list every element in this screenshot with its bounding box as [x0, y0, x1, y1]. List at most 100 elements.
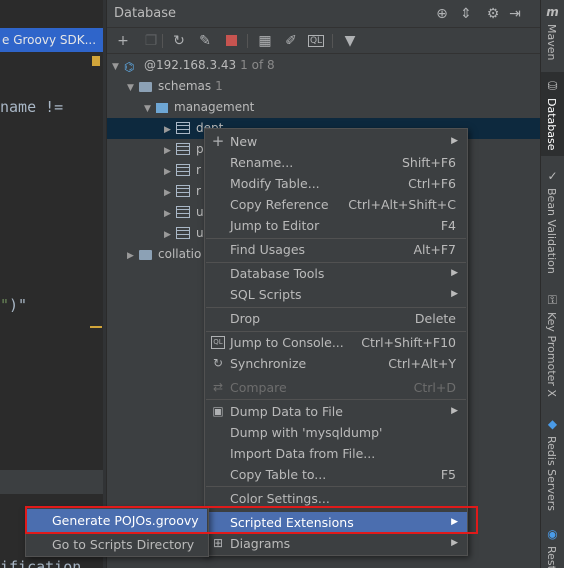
menu-item-label: Jump to Editor — [230, 218, 320, 233]
refresh-icon: ↻ — [212, 356, 224, 370]
menu-item-synchronize[interactable]: ↻ Synchronize Ctrl+Alt+Y — [205, 353, 467, 374]
compare-icon: ⇄ — [212, 380, 224, 394]
menu-item-copy-reference[interactable]: Copy Reference Ctrl+Alt+Shift+C — [205, 194, 467, 215]
expand-arrow[interactable]: ▶ — [164, 204, 176, 225]
menu-item-modify-table[interactable]: Modify Table... Ctrl+F6 — [205, 173, 467, 194]
filter-icon[interactable]: ▼ — [342, 33, 358, 49]
stop-icon[interactable] — [226, 35, 237, 46]
menu-item-label: Copy Table to... — [230, 467, 327, 482]
menu-item-mysqldump[interactable]: Dump with 'mysqldump' — [205, 422, 467, 443]
menu-item-shortcut: Ctrl+D — [413, 380, 456, 395]
expand-arrow[interactable]: ▶ — [164, 183, 176, 204]
tree-table[interactable]: ▶ r — [164, 160, 201, 181]
menu-item-new[interactable]: + New ▶ — [205, 131, 467, 152]
bean-validation-tool-button[interactable]: ✓ Bean Validation — [541, 166, 564, 276]
submenu-arrow-icon: ▶ — [451, 268, 458, 278]
menu-item-database-tools[interactable]: Database Tools ▶ — [205, 263, 467, 284]
code-editor[interactable]: e Groovy SDK... name != ")" ification — [0, 0, 106, 568]
collapse-icon[interactable]: ⇕ — [458, 6, 474, 22]
menu-item-dump-data[interactable]: ▣ Dump Data to File ▶ — [205, 401, 467, 422]
expand-arrow[interactable]: ▼ — [127, 78, 139, 99]
menu-item-shortcut: Ctrl+Shift+F10 — [361, 335, 456, 350]
diagram-icon: ⊞ — [212, 536, 224, 550]
folder-icon — [139, 82, 152, 92]
rest-icon: ◉ — [547, 527, 558, 541]
menu-separator — [206, 486, 466, 487]
redis-tool-button[interactable]: ◆ Redis Servers — [541, 416, 564, 512]
tool-window-strip: m Maven ⛁ Database ✓ Bean Validation ⚿ K… — [540, 0, 564, 568]
menu-item-compare[interactable]: ⇄ Compare Ctrl+D — [205, 377, 467, 398]
menu-item-shortcut: F4 — [440, 218, 456, 233]
menu-item-label: New — [230, 134, 258, 149]
edit-icon[interactable]: ✐ — [283, 33, 299, 49]
copy-icon[interactable]: ❐ — [143, 33, 159, 49]
target-icon[interactable]: ⊕ — [434, 6, 450, 22]
tree-host[interactable]: ▼ ⌬ @192.168.3.43 1 of 8 — [112, 55, 275, 76]
menu-item-drop[interactable]: Drop Delete — [205, 308, 467, 329]
table-icon[interactable]: ▦ — [257, 33, 273, 49]
expand-arrow[interactable]: ▶ — [164, 141, 176, 162]
menu-item-label: Diagrams — [230, 536, 291, 551]
indent-guide — [90, 326, 102, 328]
redis-icon: ◆ — [547, 417, 558, 431]
editor-tab[interactable]: e Groovy SDK... — [0, 28, 106, 52]
hide-icon[interactable]: ⇥ — [507, 6, 523, 22]
tree-table[interactable]: ▶ u — [164, 223, 204, 244]
rest-label: RestS — [545, 546, 558, 568]
table-icon — [176, 164, 190, 176]
menu-item-shortcut: Ctrl+Alt+Shift+C — [348, 197, 456, 212]
table-icon — [176, 185, 190, 197]
database-label: Database — [545, 98, 558, 151]
context-menu: + New ▶ Rename... Shift+F6 Modify Table.… — [204, 128, 468, 556]
menu-item-copy-table[interactable]: Copy Table to... F5 — [205, 464, 467, 485]
key-promoter-tool-button[interactable]: ⚿ Key Promoter X — [541, 292, 564, 402]
menu-item-shortcut: F5 — [440, 467, 456, 482]
submenu-arrow-icon: ▶ — [451, 538, 458, 548]
expand-arrow[interactable]: ▶ — [164, 120, 176, 141]
submenu-item-go-to-scripts[interactable]: Go to Scripts Directory — [27, 533, 207, 557]
table-label: u — [196, 205, 204, 219]
menu-item-label: Dump with 'mysqldump' — [230, 425, 383, 440]
toolbar-separator — [332, 34, 333, 48]
table-label: r — [196, 163, 201, 177]
gear-icon[interactable]: ⚙ — [485, 6, 501, 22]
table-icon — [176, 206, 190, 218]
menu-item-label: Compare — [230, 380, 287, 395]
tree-collations[interactable]: ▶ collatio — [127, 244, 201, 265]
expand-arrow[interactable]: ▶ — [127, 246, 139, 267]
refresh-icon[interactable]: ↻ — [171, 33, 187, 49]
tree-table[interactable]: ▶ r — [164, 181, 201, 202]
tree-schema[interactable]: ▼ management — [144, 97, 254, 118]
expand-arrow[interactable]: ▼ — [144, 99, 156, 120]
properties-icon[interactable]: ✎ — [197, 33, 213, 49]
menu-item-label: Synchronize — [230, 356, 307, 371]
add-icon[interactable]: + — [115, 33, 131, 49]
menu-item-jump-to-editor[interactable]: Jump to Editor F4 — [205, 215, 467, 236]
expand-arrow[interactable]: ▼ — [112, 57, 124, 78]
menu-item-import-data[interactable]: Import Data from File... — [205, 443, 467, 464]
schema-icon — [156, 103, 168, 113]
menu-item-sql-scripts[interactable]: SQL Scripts ▶ — [205, 284, 467, 305]
panel-title: Database — [114, 6, 177, 21]
menu-item-rename[interactable]: Rename... Shift+F6 — [205, 152, 467, 173]
submenu-arrow-icon: ▶ — [451, 406, 458, 416]
expand-arrow[interactable]: ▶ — [164, 162, 176, 183]
table-icon — [176, 227, 190, 239]
maven-tool-button[interactable]: m Maven — [541, 6, 564, 68]
menu-item-label: Rename... — [230, 155, 294, 170]
database-icon: ⛁ — [547, 79, 558, 93]
expand-arrow[interactable]: ▶ — [164, 225, 176, 246]
code-string-end: )" — [9, 296, 28, 314]
tree-schemas[interactable]: ▼ schemas 1 — [127, 76, 223, 97]
database-tool-button[interactable]: ⛁ Database — [541, 72, 564, 156]
tree-table[interactable]: ▶ p — [164, 139, 204, 160]
menu-item-find-usages[interactable]: Find Usages Alt+F7 — [205, 239, 467, 260]
rest-tool-button[interactable]: ◉ RestS — [541, 526, 564, 568]
tree-table[interactable]: ▶ u — [164, 202, 204, 223]
menu-item-jump-to-console[interactable]: QL Jump to Console... Ctrl+Shift+F10 — [205, 332, 467, 353]
schemas-count: 1 — [215, 79, 223, 93]
menu-item-diagrams[interactable]: ⊞ Diagrams ▶ — [205, 533, 467, 554]
save-icon: ▣ — [212, 404, 224, 418]
menu-item-shortcut: Ctrl+Alt+Y — [388, 356, 456, 371]
console-icon[interactable]: QL — [308, 35, 324, 47]
